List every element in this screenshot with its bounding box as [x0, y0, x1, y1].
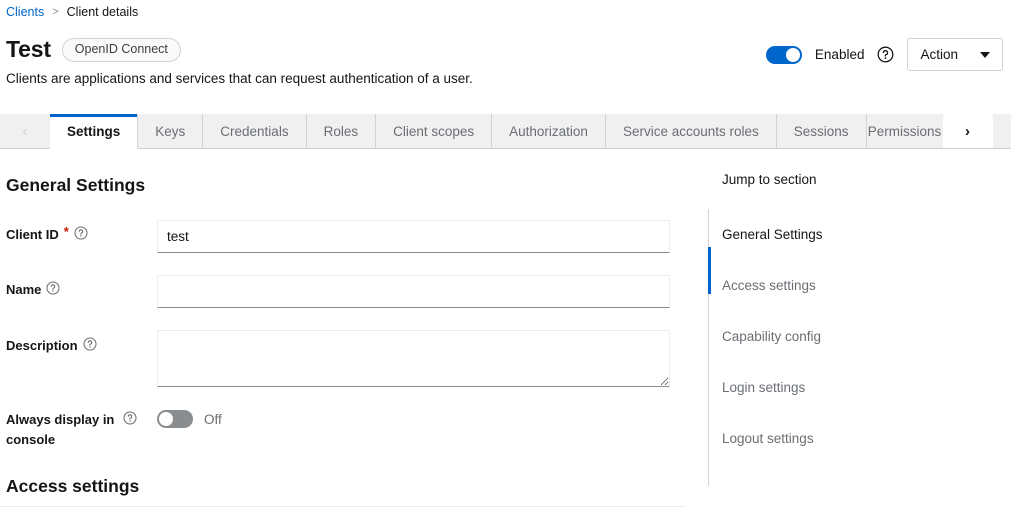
help-circle-icon[interactable] [74, 226, 88, 240]
help-circle-icon[interactable] [46, 281, 60, 295]
tab-label: Settings [67, 124, 120, 139]
tab-bar: ‹ Settings Keys Credentials Roles Client… [0, 114, 1011, 149]
client-details-page: Clients > Client details Test OpenID Con… [0, 0, 1011, 516]
chevron-left-icon: ‹ [23, 123, 28, 140]
jump-item-label: Access settings [722, 278, 816, 293]
jump-item-label: General Settings [722, 227, 823, 242]
required-asterisk: * [64, 225, 69, 238]
action-dropdown-button[interactable]: Action [907, 38, 1003, 71]
always-display-toggle[interactable] [157, 410, 193, 428]
jump-active-indicator [708, 247, 711, 294]
chevron-right-icon: › [965, 123, 970, 140]
jump-item-login-settings[interactable]: Login settings [722, 362, 1008, 413]
jump-item-general-settings[interactable]: General Settings [722, 209, 1008, 260]
tab-authorization[interactable]: Authorization [492, 114, 606, 148]
page-title-row: Test OpenID Connect [6, 38, 181, 62]
field-row-always-display: Always display in console [6, 408, 151, 449]
tab-settings[interactable]: Settings [50, 114, 138, 149]
jump-to-section-list: General Settings Access settings Capabil… [708, 209, 1008, 464]
tab-roles[interactable]: Roles [307, 114, 377, 148]
help-circle-icon[interactable] [83, 337, 97, 351]
tab-credentials[interactable]: Credentials [203, 114, 306, 148]
label-text: Description [6, 336, 78, 356]
description-textarea[interactable] [157, 330, 670, 387]
label-text: Name [6, 280, 41, 300]
name-field [157, 275, 670, 308]
action-dropdown-label: Action [920, 47, 958, 62]
breadcrumb-current: Client details [67, 5, 139, 19]
client-id-input[interactable] [157, 220, 670, 253]
tab-label: Sessions [794, 124, 849, 139]
always-display-toggle-knob [159, 412, 173, 426]
help-circle-icon[interactable] [877, 46, 894, 63]
tab-label: Credentials [220, 124, 288, 139]
tab-label: Authorization [509, 124, 588, 139]
tab-label: Roles [324, 124, 359, 139]
jump-item-capability-config[interactable]: Capability config [722, 311, 1008, 362]
jump-item-label: Capability config [722, 329, 821, 344]
header-controls: Enabled Action [766, 38, 1003, 71]
client-id-label: Client ID * [6, 223, 151, 245]
enabled-toggle-label: Enabled [815, 47, 865, 62]
always-display-label: Always display in console [6, 408, 151, 449]
client-id-field [157, 220, 670, 253]
description-field [157, 330, 670, 392]
field-row-name: Name [6, 278, 151, 300]
tab-service-accounts-roles[interactable]: Service accounts roles [606, 114, 777, 148]
access-settings-heading: Access settings [6, 476, 139, 497]
tab-sessions[interactable]: Sessions [777, 114, 867, 148]
field-row-client-id: Client ID * [6, 223, 151, 245]
breadcrumb-separator-icon: > [52, 6, 58, 18]
tab-label: Service accounts roles [623, 124, 759, 139]
enabled-toggle[interactable] [766, 46, 802, 64]
protocol-badge: OpenID Connect [62, 38, 181, 62]
jump-to-section-title: Jump to section [722, 172, 1008, 187]
always-display-toggle-row: Off [157, 410, 222, 428]
jump-item-label: Logout settings [722, 431, 814, 446]
description-label: Description [6, 334, 151, 356]
general-settings-heading: General Settings [6, 175, 145, 196]
name-input[interactable] [157, 275, 670, 308]
tab-label: Permissions [868, 124, 942, 139]
label-text: Client ID [6, 225, 59, 245]
label-text: Always display in console [6, 410, 118, 449]
always-display-state-label: Off [204, 412, 222, 427]
section-divider [0, 506, 686, 507]
jump-item-access-settings[interactable]: Access settings [722, 260, 1008, 311]
page-subtitle: Clients are applications and services th… [6, 71, 473, 86]
jump-to-section: Jump to section General Settings Access … [708, 172, 1008, 464]
help-circle-icon[interactable] [123, 411, 137, 425]
breadcrumb: Clients > Client details [6, 5, 138, 19]
tab-label: Keys [155, 124, 185, 139]
tab-label: Client scopes [393, 124, 474, 139]
tab-permissions[interactable]: Permissions [867, 114, 943, 148]
jump-item-logout-settings[interactable]: Logout settings [722, 413, 1008, 464]
enabled-toggle-knob [786, 48, 800, 62]
breadcrumb-link-clients[interactable]: Clients [6, 5, 44, 19]
tab-keys[interactable]: Keys [138, 114, 203, 148]
jump-item-label: Login settings [722, 380, 805, 395]
name-label: Name [6, 278, 151, 300]
page-title: Test [6, 38, 51, 61]
tab-scroll-right-button[interactable]: › [943, 114, 993, 148]
field-row-description: Description [6, 334, 151, 356]
tab-client-scopes[interactable]: Client scopes [376, 114, 492, 148]
tab-scroll-left-button[interactable]: ‹ [0, 114, 50, 148]
caret-down-icon [980, 52, 990, 58]
